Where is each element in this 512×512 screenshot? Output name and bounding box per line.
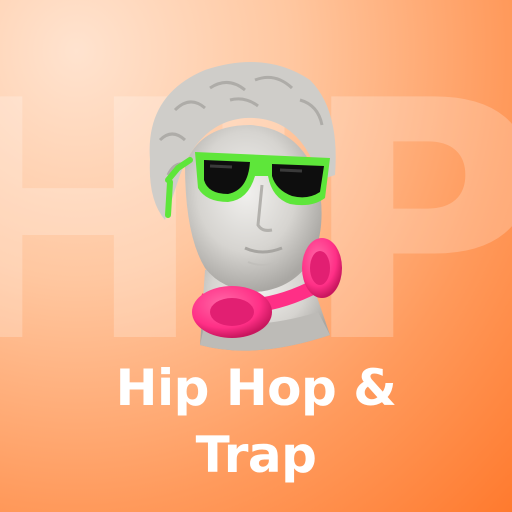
playlist-title-line-1: Hip Hop & bbox=[115, 359, 397, 417]
statue-face bbox=[185, 125, 322, 292]
playlist-title-line-2: Trap bbox=[195, 426, 317, 484]
playlist-cover[interactable]: HIP bbox=[0, 0, 512, 512]
